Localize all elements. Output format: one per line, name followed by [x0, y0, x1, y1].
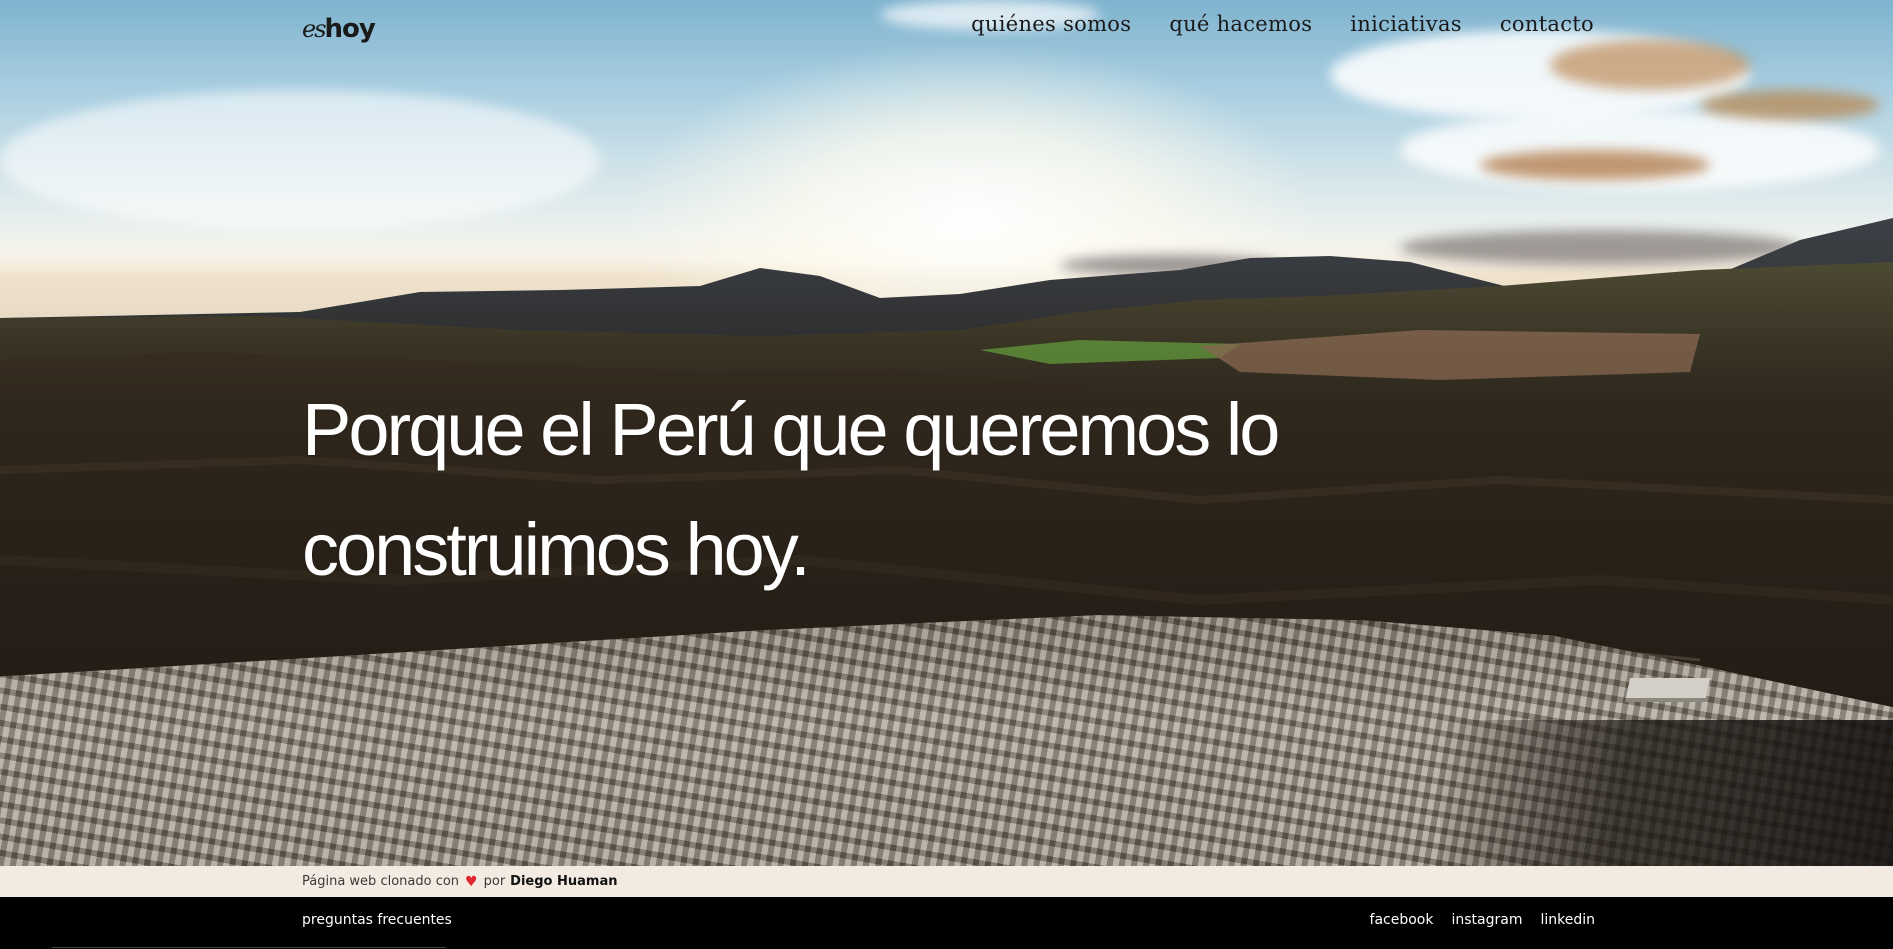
hero-headline-line2: construimos hoy.	[302, 508, 811, 591]
instagram-link[interactable]: instagram	[1451, 912, 1522, 928]
credit-author: Diego Huaman	[510, 874, 618, 889]
credit-by: por	[483, 874, 506, 889]
credit-prefix: Página web clonado con	[302, 874, 460, 889]
facebook-link[interactable]: facebook	[1370, 912, 1434, 928]
footer-divider	[52, 947, 446, 948]
nav-item-iniciativas[interactable]: iniciativas	[1350, 12, 1462, 36]
credit-text: Página web clonado con ♥ por Diego Huama…	[302, 874, 617, 890]
main-nav: quiénes somos qué hacemos iniciativas co…	[933, 12, 1594, 36]
site-logo[interactable]: es hoy	[302, 14, 376, 50]
credit-bar: Página web clonado con ♥ por Diego Huama…	[0, 866, 1893, 897]
faq-link[interactable]: preguntas frecuentes	[302, 912, 452, 928]
logo-bold: hoy	[324, 14, 376, 44]
nav-item-quienes-somos[interactable]: quiénes somos	[971, 12, 1131, 36]
linkedin-link[interactable]: linkedin	[1540, 912, 1595, 928]
site-header: es hoy quiénes somos qué hacemos iniciat…	[0, 0, 1893, 60]
hero-headline-line1: Porque el Perú que queremos lo	[302, 388, 1280, 471]
site-footer: preguntas frecuentes facebook instagram …	[0, 897, 1893, 949]
logo-script: es	[302, 15, 326, 43]
nav-item-que-hacemos[interactable]: qué hacemos	[1169, 12, 1312, 36]
social-links: facebook instagram linkedin	[1352, 912, 1595, 928]
heart-icon: ♥	[465, 873, 478, 890]
nav-item-contacto[interactable]: contacto	[1500, 12, 1594, 36]
hero-headline: Porque el Perú que queremos lo construim…	[302, 370, 1502, 610]
